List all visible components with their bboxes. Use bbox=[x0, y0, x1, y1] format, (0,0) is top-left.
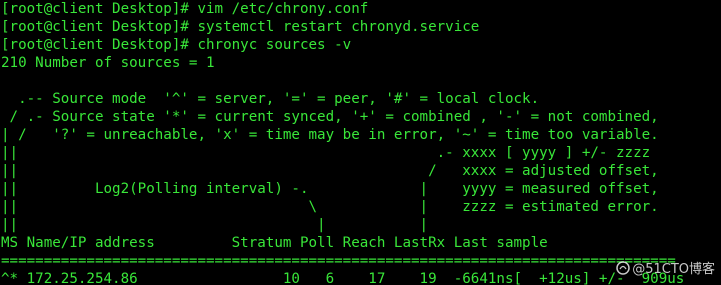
terminal-line-table-header: MS Name/IP address Stratum Poll Reach La… bbox=[1, 235, 548, 251]
terminal-line-sources-count: 210 Number of sources = 1 bbox=[1, 55, 215, 71]
terminal-line-prompt-systemctl: [root@client Desktop]# systemctl restart… bbox=[1, 19, 480, 35]
terminal-line-adjusted-offset: || / xxxx = adjusted offset, bbox=[1, 163, 659, 179]
terminal-line-connectors: || | | bbox=[1, 217, 429, 233]
terminal-line-source-mode: .-- Source mode '^' = server, '=' = peer… bbox=[1, 91, 540, 107]
terminal-line-estimated-error: || \ | zzzz = estimated error. bbox=[1, 199, 659, 215]
terminal-line-prompt-vim: [root@client Desktop]# vim /etc/chrony.c… bbox=[1, 1, 369, 17]
terminal-line-prompt-chronyc: [root@client Desktop]# chronyc sources -… bbox=[1, 37, 352, 53]
terminal-line-offset-format: || .- xxxx [ yyyy ] +/- zzzz bbox=[1, 145, 651, 161]
terminal-line-state-legend: | / '?' = unreachable, 'x' = time may be… bbox=[1, 127, 659, 143]
terminal-line-source-row: ^* 172.25.254.86 10 6 17 19 -6641ns[ +12… bbox=[1, 271, 685, 285]
terminal-line-measured-offset: || Log2(Polling interval) -. | yyyy = me… bbox=[1, 181, 659, 197]
terminal-line-table-separator: ========================================… bbox=[1, 253, 676, 269]
terminal-window[interactable]: [root@client Desktop]# vim /etc/chrony.c… bbox=[0, 0, 721, 285]
terminal-line-source-state: / .- Source state '*' = current synced, … bbox=[1, 109, 659, 125]
